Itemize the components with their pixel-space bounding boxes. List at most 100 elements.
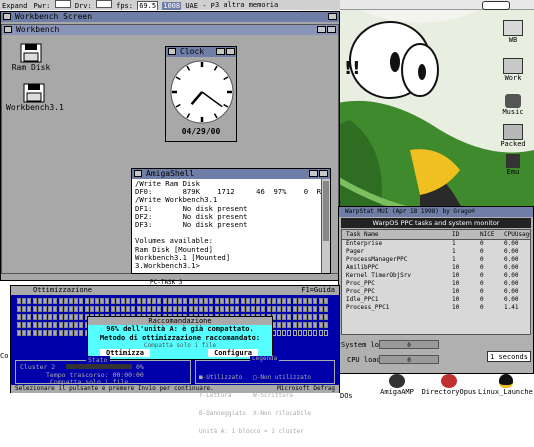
cluster-cell	[297, 314, 302, 320]
cluster-cell	[74, 298, 79, 304]
cluster-cell	[287, 314, 292, 320]
table-cell: 0.00	[504, 272, 519, 279]
warpstat-titlebar[interactable]: WarpStat MUI (Apr 18 1998) by Grago®	[339, 207, 533, 217]
cluster-cell	[240, 306, 245, 312]
clock-zoom-icon[interactable]	[216, 48, 225, 55]
cluster-cell	[69, 306, 73, 312]
shell-depth-icon[interactable]	[319, 170, 328, 177]
shell-scrollbar[interactable]	[321, 179, 330, 273]
screen-close-icon[interactable]	[3, 13, 11, 20]
cluster-cell	[277, 322, 281, 328]
cluster-cell	[48, 298, 53, 304]
cluster-cell	[157, 298, 162, 304]
ram-disk-icon-group[interactable]: Ram Disk	[6, 43, 56, 72]
cluster-cell	[225, 306, 229, 312]
workbench-disk-icon-group[interactable]: Workbench3.1	[6, 83, 64, 112]
table-cell: 1	[452, 240, 456, 247]
directoryopus-icon-group[interactable]: DirectoryOpus	[418, 374, 480, 396]
table-row[interactable]: ProcessManagerPPC 1 0 0.00	[342, 256, 530, 264]
table-header[interactable]: Task Name	[346, 231, 379, 238]
cluster-cell	[95, 298, 99, 304]
screen-depth-icon[interactable]	[328, 13, 337, 20]
cluster-cell	[74, 314, 79, 320]
table-row[interactable]: Proc_PPC 10 0 0.00	[342, 288, 530, 296]
cluster-cell	[22, 306, 27, 312]
workbench-close-icon[interactable]	[4, 26, 12, 33]
cluster-cell	[131, 298, 136, 304]
cluster-cell	[141, 306, 146, 312]
menu-widget[interactable]	[482, 1, 510, 10]
cluster-cell	[308, 322, 313, 328]
workbench-zoom-icon[interactable]	[317, 26, 326, 33]
cluster-cell	[17, 298, 21, 304]
cluster-cell	[53, 314, 58, 320]
shell-zoom-icon[interactable]	[309, 170, 318, 177]
table-cell: 1.41	[504, 304, 519, 311]
table-row[interactable]: Idle_PPC1 10 0 0.00	[342, 296, 530, 304]
dock-item-wb[interactable]: WB	[496, 20, 530, 44]
ram-disk-icon	[20, 43, 42, 63]
cluster-cell	[115, 298, 120, 304]
clock-depth-icon[interactable]	[226, 48, 235, 55]
legend-item: r-Lettura W-Scrittura	[199, 392, 293, 399]
dock-item-work[interactable]: Work	[496, 58, 530, 82]
cluster-cell	[303, 322, 307, 328]
cluster-cell	[214, 306, 219, 312]
legend-header: Legenda	[250, 355, 280, 362]
warpstat-task-table: Task Name ID NICE CPUUsage Enterprise 1 0 0.00 P…	[341, 229, 531, 335]
cluster-cell	[292, 298, 297, 304]
workbench-window-titlebar[interactable]: Workbench	[2, 25, 338, 35]
interval-selector[interactable]: 1 seconds	[487, 351, 531, 362]
pwr-label: Pwr:	[33, 2, 51, 10]
shell-close-icon[interactable]	[134, 170, 142, 177]
cluster-cell	[282, 314, 287, 320]
cluster-cell	[323, 306, 328, 312]
amigaamp-icon-group[interactable]: AmigaAMP	[372, 374, 422, 396]
shell-scroll-thumb[interactable]	[323, 181, 329, 241]
table-cell: AmilibPPC	[346, 264, 379, 271]
cluster-cell	[79, 330, 84, 336]
linux-launcher-icon-group[interactable]: Linux_Launcher	[478, 374, 534, 396]
table-row[interactable]: Pager 1 0 0.00	[342, 248, 530, 256]
amigashell-titlebar[interactable]: AmigaShell	[132, 169, 330, 179]
dock-item-packed[interactable]: Packed	[496, 124, 530, 148]
cluster-cell	[95, 306, 99, 312]
shell-output[interactable]: /Write Ram Disk DF0: 879K 1712 46 97% 0 R…	[135, 180, 321, 272]
emu-icon	[506, 154, 520, 168]
table-header[interactable]: NICE	[480, 231, 494, 238]
table-cell: Proc_PPC	[346, 280, 375, 287]
workbench-depth-icon[interactable]	[327, 26, 336, 33]
table-row[interactable]: AmilibPPC 10 0 0.00	[342, 264, 530, 272]
clock-face	[170, 60, 234, 124]
table-header[interactable]: ID	[452, 231, 459, 238]
cluster-cell	[53, 298, 58, 304]
cluster-cell	[43, 322, 47, 328]
table-cell: 10	[452, 288, 460, 295]
cluster-cell	[53, 306, 58, 312]
cluster-cell	[235, 306, 240, 312]
table-cell: 10	[452, 304, 460, 311]
table-row[interactable]: Kernel TimerObjSrv 10 0 0.00	[342, 272, 530, 280]
cluster-cell	[193, 306, 198, 312]
table-cell: 0.00	[504, 240, 519, 247]
cluster-cell	[297, 322, 302, 328]
table-row[interactable]: Process_PPC1 10 0 1.41	[342, 304, 530, 312]
cluster-cell	[219, 298, 224, 304]
table-cell: 10	[452, 280, 460, 287]
clock-close-icon[interactable]	[168, 48, 176, 55]
table-header[interactable]: CPUUsage	[504, 231, 530, 238]
table-row[interactable]: Proc_PPC 10 0 0.00	[342, 280, 530, 288]
table-row[interactable]: Enterprise 1 0 0.00	[342, 240, 530, 248]
warpstat-window: WarpStat MUI (Apr 18 1998) by Grago® War…	[338, 206, 534, 374]
left-edge-label-2: DOs	[340, 392, 353, 400]
cluster-cell	[240, 298, 245, 304]
dock-item-emu[interactable]: Emu	[496, 154, 530, 176]
dock-item-music[interactable]: Music	[496, 94, 530, 116]
help-hint[interactable]: F1=Guida	[301, 286, 335, 295]
expand-button[interactable]: Expand	[0, 2, 29, 10]
pwr-led	[54, 0, 71, 8]
clock-titlebar[interactable]: Clock	[166, 47, 236, 57]
workbench-screen-titlebar[interactable]: Workbench Screen	[1, 12, 339, 22]
cluster-cell	[63, 306, 68, 312]
cluster-cell	[245, 298, 250, 304]
